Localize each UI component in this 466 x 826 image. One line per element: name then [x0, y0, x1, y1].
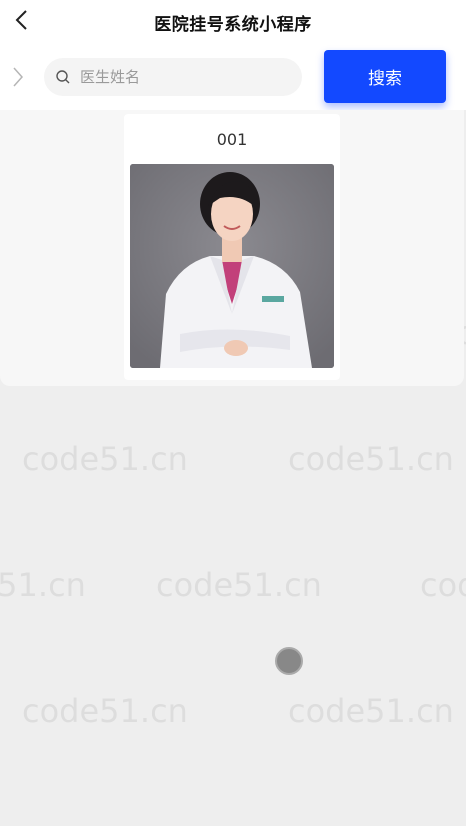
- doctor-photo: [130, 164, 334, 368]
- search-box[interactable]: [44, 58, 302, 96]
- page: code51.cn code51.cn code51.cn code51.cn …: [0, 0, 466, 826]
- search-bar: 搜索: [0, 44, 466, 110]
- watermark: code51.cn: [22, 692, 188, 730]
- chevron-right-icon: [13, 67, 24, 87]
- watermark: code51.cn: [22, 440, 188, 478]
- page-title: 医院挂号系统小程序: [154, 15, 312, 35]
- doctor-list: 001: [0, 110, 464, 386]
- nav-bar: 医院挂号系统小程序: [0, 0, 466, 44]
- watermark: code51.cn: [420, 566, 466, 604]
- search-icon: [54, 68, 72, 86]
- doctor-card[interactable]: 001: [124, 114, 340, 380]
- search-button[interactable]: 搜索: [324, 50, 446, 103]
- doctor-name: 001: [216, 130, 248, 149]
- watermark: code51.cn: [0, 566, 86, 604]
- watermark: code51.cn: [288, 440, 454, 478]
- floating-dot-button[interactable]: [275, 647, 303, 675]
- search-input[interactable]: [78, 67, 292, 87]
- watermark: code51.cn: [288, 692, 454, 730]
- watermark: code51.cn: [156, 566, 322, 604]
